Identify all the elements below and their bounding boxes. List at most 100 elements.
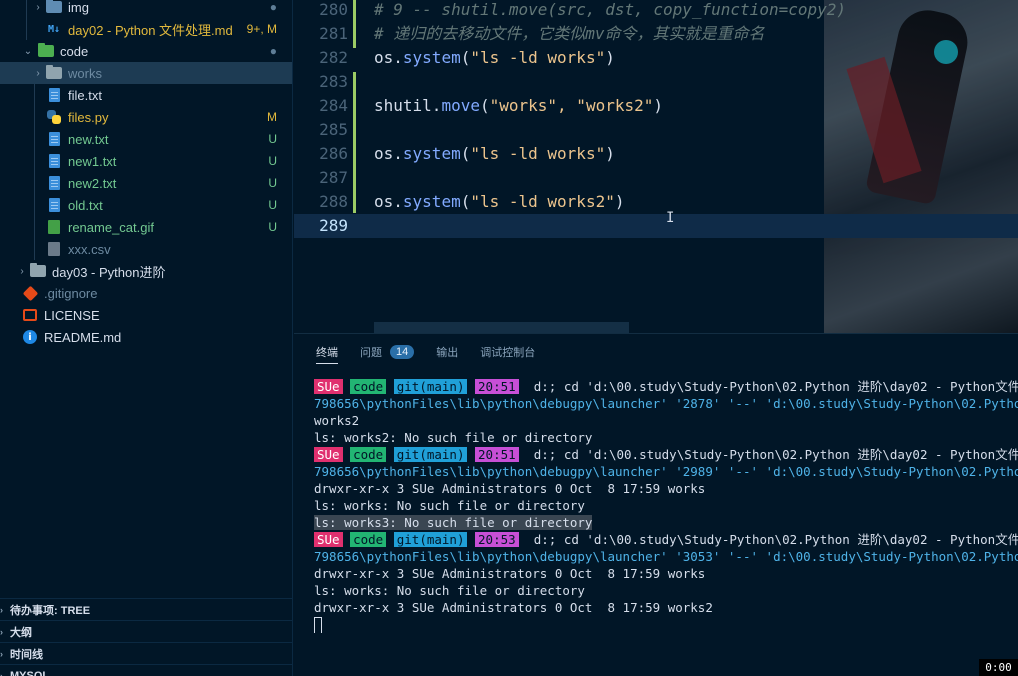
tree-item-code[interactable]: ⌄ code ●	[0, 40, 292, 62]
folder-icon	[46, 0, 62, 15]
tree-item-label: xxx.csv	[68, 241, 111, 257]
tree-item-new2-txt[interactable]: new2.txt U	[0, 172, 292, 194]
bottom-panel: 终端 问题 14 输出 调试控制台 SUe code git(main) 20:5…	[294, 333, 1018, 676]
code-line[interactable]: 289	[294, 214, 1018, 238]
prompt-user-segment: SUe	[314, 532, 343, 547]
code-token-close: )	[605, 144, 615, 163]
terminal-command: d:; cd 'd:\00.study\Study-Python\02.Pyth…	[533, 532, 1018, 547]
tree-item-works[interactable]: › works	[0, 62, 292, 84]
powerline-separator	[386, 532, 394, 547]
powerline-separator	[519, 379, 534, 394]
terminal-output-line: drwxr-xr-x 3 SUe Administrators 0 Oct 8 …	[314, 565, 1018, 582]
tree-item-label: file.txt	[68, 87, 102, 103]
terminal-output-text: ls: works: No such file or directory	[314, 583, 585, 598]
git-status-badge: U	[268, 176, 277, 190]
tab-output[interactable]: 输出	[436, 334, 458, 370]
code-line[interactable]: 282 os.system("ls -ld works")	[294, 46, 1018, 70]
code-line[interactable]: 281 # 递归的去移动文件，它类似mv命令，其实就是重命名	[294, 22, 1018, 46]
tree-item-file-txt[interactable]: file.txt	[0, 84, 292, 106]
code-token-pre: os.	[374, 144, 403, 163]
code-line[interactable]: 286 os.system("ls -ld works")	[294, 142, 1018, 166]
tree-item-readme-md[interactable]: i README.md	[0, 326, 292, 348]
code-line[interactable]: 284 shutil.move("works", "works2")	[294, 94, 1018, 118]
code-editor[interactable]: 280 # 9 -- shutil.move(src, dst, copy_fun…	[294, 0, 1018, 333]
tree-item-rename-cat-gif[interactable]: rename_cat.gif U	[0, 216, 292, 238]
tree-item-files-py[interactable]: files.py M	[0, 106, 292, 128]
chevron-right-icon[interactable]: ›	[32, 2, 44, 13]
code-line[interactable]: 283	[294, 70, 1018, 94]
code-line[interactable]: 285	[294, 118, 1018, 142]
panel-tabs: 终端 问题 14 输出 调试控制台	[294, 334, 1018, 370]
line-number: 287	[319, 168, 348, 187]
tree-item-label: .gitignore	[44, 285, 98, 301]
code-token-open: (	[460, 144, 471, 163]
chevron-right-icon: ›	[0, 648, 3, 659]
terminal-output-text: ls: works3: No such file or directory	[314, 515, 593, 530]
terminal-cursor	[314, 617, 322, 633]
git-status-badge: ●	[269, 44, 277, 58]
sidebar-section-header[interactable]: › 时间线	[0, 642, 292, 664]
tree-item-label: README.md	[44, 329, 122, 345]
tab-output-label: 输出	[436, 347, 459, 359]
terminal-output[interactable]: SUe code git(main) 20:51 d:; cd 'd:\00.s…	[314, 378, 1018, 633]
tree-item-xxx-csv[interactable]: xxx.csv	[0, 238, 292, 260]
tree-item-old-txt[interactable]: old.txt U	[0, 194, 292, 216]
tree-item-gitignore[interactable]: .gitignore	[0, 282, 292, 304]
terminal-command: d:; cd 'd:\00.study\Study-Python\02.Pyth…	[533, 379, 1018, 394]
powerline-separator	[343, 379, 351, 394]
prompt-user-segment: SUe	[314, 447, 343, 462]
tree-item-new-txt[interactable]: new.txt U	[0, 128, 292, 150]
line-code: # 递归的去移动文件，它类似mv命令，其实就是重命名	[374, 22, 765, 46]
prompt-git-segment: git(main)	[393, 447, 468, 462]
tree-item-new1-txt[interactable]: new1.txt U	[0, 150, 292, 172]
chevron-right-icon[interactable]: ›	[32, 68, 44, 79]
tab-debug-console-label: 调试控制台	[480, 347, 536, 359]
line-code: shutil.move("works", "works2")	[374, 94, 663, 118]
code-line[interactable]: 280 # 9 -- shutil.move(src, dst, copy_fun…	[294, 0, 1018, 22]
code-token-fn: move	[441, 96, 480, 115]
sidebar-section-header[interactable]: › 待办事项: TREE	[0, 598, 292, 620]
prompt-user-segment: SUe	[314, 379, 343, 394]
prompt-dir-segment: code	[350, 447, 387, 462]
line-number: 284	[319, 96, 348, 115]
powerline-separator	[343, 532, 351, 547]
line-number: 289	[319, 216, 348, 235]
powerline-separator	[467, 447, 475, 462]
tree-item-day03-python[interactable]: › day03 - Python进阶	[0, 260, 292, 282]
folder-icon	[46, 65, 62, 81]
csv-icon	[46, 241, 62, 257]
chevron-right-icon: ›	[0, 626, 3, 637]
sidebar-section-header[interactable]: › MYSQL	[0, 664, 292, 676]
info-icon: i	[22, 329, 38, 345]
tab-debug-console[interactable]: 调试控制台	[480, 334, 535, 370]
chevron-right-icon[interactable]: ›	[16, 266, 28, 277]
chevron-down-icon[interactable]: ⌄	[22, 46, 34, 57]
code-line[interactable]: 288 os.system("ls -ld works2")	[294, 190, 1018, 214]
terminal-output-text: drwxr-xr-x 3 SUe Administrators 0 Oct 8 …	[314, 600, 713, 615]
tree-item-license[interactable]: LICENSE	[0, 304, 292, 326]
prompt-time-segment: 20:51	[475, 379, 519, 394]
code-token-open: (	[479, 96, 490, 115]
line-number: 286	[319, 144, 348, 163]
code-line[interactable]: 287	[294, 166, 1018, 190]
horizontal-scrollbar[interactable]	[374, 322, 629, 333]
tree-item-label: LICENSE	[44, 307, 100, 323]
terminal-prompt-line: SUe code git(main) 20:53 d:; cd 'd:\00.s…	[314, 531, 1018, 548]
tree-item-label: rename_cat.gif	[68, 219, 154, 235]
file-icon	[46, 87, 62, 103]
file-icon	[46, 131, 62, 147]
sidebar-section-header[interactable]: › 大纲	[0, 620, 292, 642]
code-token-fn: system	[402, 192, 461, 211]
terminal-output-text: drwxr-xr-x 3 SUe Administrators 0 Oct 8 …	[314, 481, 706, 496]
chevron-right-icon: ›	[0, 604, 3, 615]
file-icon	[46, 197, 62, 213]
tree-item-img[interactable]: › img ●	[0, 0, 292, 18]
powerline-separator	[467, 379, 475, 394]
tree-item-label: day03 - Python进阶	[52, 264, 166, 280]
tab-terminal[interactable]: 终端	[316, 334, 338, 370]
git-status-badge: U	[268, 154, 277, 168]
tree-item-day02-python-md[interactable]: M↓ day02 - Python 文件处理.md 9+, M	[0, 18, 292, 40]
terminal-command: d:; cd 'd:\00.study\Study-Python\02.Pyth…	[533, 447, 1018, 462]
tab-problems[interactable]: 问题 14	[360, 334, 415, 370]
file-icon	[46, 153, 62, 169]
